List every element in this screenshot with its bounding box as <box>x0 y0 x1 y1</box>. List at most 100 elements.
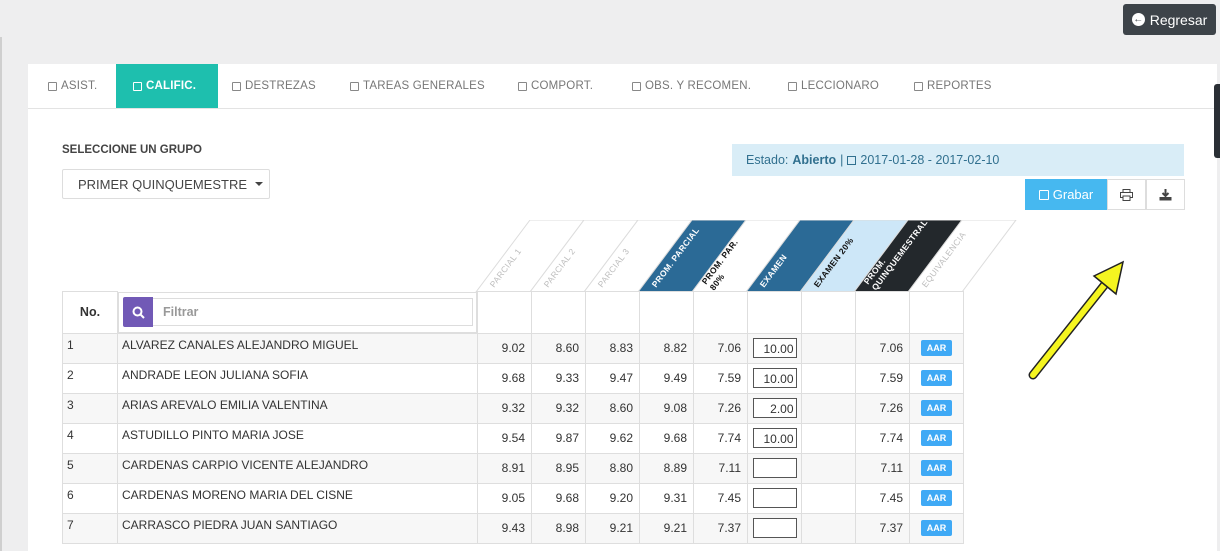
equivalencia-badge: AAR <box>920 430 953 446</box>
edit-icon <box>232 81 241 91</box>
row-no: 6 <box>62 482 118 514</box>
examen-cell: 10.00 <box>747 422 802 454</box>
download-button[interactable] <box>1146 179 1185 210</box>
prom-quinquemestral: 7.26 <box>855 392 910 424</box>
estado-separator: | <box>840 153 844 167</box>
tab-leccionaro[interactable]: LECCIONARO <box>788 64 879 108</box>
grabar-button[interactable]: Grabar <box>1025 179 1107 210</box>
filter-input[interactable]: Filtrar <box>153 298 473 326</box>
parcial-3: 8.83 <box>585 332 640 364</box>
equivalencia-badge: AAR <box>920 340 953 356</box>
equivalencia-badge: AAR <box>920 490 953 506</box>
prom-quinquemestral: 7.45 <box>855 482 910 514</box>
annotation-arrow <box>1028 260 1125 380</box>
examen-input[interactable] <box>752 458 797 478</box>
calendar-icon <box>847 155 857 165</box>
print-button[interactable] <box>1107 179 1146 210</box>
examen-20 <box>801 392 856 424</box>
parcial-3: 9.20 <box>585 482 640 514</box>
equivalencia-cell: AAR <box>909 332 964 364</box>
table-row: 2 ANDRADE LEON JULIANA SOFIA 9.68 9.33 9.47 9… <box>62 362 964 394</box>
tab-reportes[interactable]: REPORTES <box>914 64 992 108</box>
scroll-handle[interactable] <box>1214 84 1220 158</box>
parcial-3: 9.21 <box>585 512 640 544</box>
tab-label: TAREAS GENERALES <box>363 80 485 92</box>
student-name: CARDENAS MORENO MARIA DEL CISNE <box>117 482 478 514</box>
estado-prefix: Estado: <box>746 153 789 167</box>
student-name: ASTUDILLO PINTO MARIA JOSE <box>117 422 478 454</box>
prom-parcial: 9.68 <box>639 422 694 454</box>
regresar-button[interactable]: ← Regresar <box>1123 4 1216 35</box>
prom-parcial: 8.82 <box>639 332 694 364</box>
table-row: 1 ALVAREZ CANALES ALEJANDRO MIGUEL 9.02 8.6… <box>62 332 964 364</box>
parcial-2: 8.95 <box>531 452 586 484</box>
equivalencia-badge: AAR <box>920 370 953 386</box>
examen-input[interactable]: 2.00 <box>752 398 797 418</box>
equivalencia-cell: AAR <box>909 512 964 544</box>
tab-obs-recomen[interactable]: OBS. Y RECOMEN. <box>632 64 751 108</box>
tab-asist[interactable]: ASIST. <box>48 64 97 108</box>
search-button[interactable] <box>123 297 153 327</box>
examen-input[interactable]: 10.00 <box>752 338 797 358</box>
student-name: ANDRADE LEON JULIANA SOFIA <box>117 362 478 394</box>
calendar-icon <box>48 81 57 91</box>
filter-cell: Filtrar <box>118 291 477 333</box>
equivalencia-cell: AAR <box>909 482 964 514</box>
estado-banner: Estado: Abierto | 2017-01-28 - 2017-02-1… <box>732 144 1184 176</box>
header-prom-quinquemestral <box>855 291 910 334</box>
equivalencia-cell: AAR <box>909 452 964 484</box>
tab-destrezas[interactable]: DESTREZAS <box>232 64 316 108</box>
row-no: 1 <box>62 332 118 364</box>
student-name: CARRASCO PIEDRA JUAN SANTIAGO <box>117 512 478 544</box>
prom-par-80: 7.11 <box>693 452 748 484</box>
tab-tareas-generales[interactable]: TAREAS GENERALES <box>350 64 485 108</box>
prom-par-80: 7.37 <box>693 512 748 544</box>
regresar-label: Regresar <box>1149 11 1208 28</box>
header-examen <box>747 291 802 334</box>
header-parcial-3 <box>585 291 640 334</box>
parcial-2: 9.32 <box>531 392 586 424</box>
save-icon <box>1038 189 1049 200</box>
book-icon <box>788 81 797 91</box>
header-prom-parcial <box>639 291 694 334</box>
table-row: 7 CARRASCO PIEDRA JUAN SANTIAGO 9.43 8.98 9.… <box>62 512 964 544</box>
parcial-1: 9.68 <box>477 362 532 394</box>
tab-label: COMPORT. <box>531 80 594 92</box>
prom-parcial: 8.89 <box>639 452 694 484</box>
examen-20 <box>801 482 856 514</box>
prom-par-80: 7.59 <box>693 362 748 394</box>
table-row: 3 ARIAS AREVALO EMILIA VALENTINA 9.32 9.32 8… <box>62 392 964 424</box>
examen-cell <box>747 452 802 484</box>
prom-parcial: 9.49 <box>639 362 694 394</box>
tab-label: CALIFIC. <box>146 80 197 92</box>
examen-input[interactable]: 10.00 <box>752 428 797 448</box>
examen-cell: 10.00 <box>747 362 802 394</box>
examen-cell <box>747 512 802 544</box>
parcial-1: 8.91 <box>477 452 532 484</box>
left-border <box>0 37 2 551</box>
examen-input[interactable] <box>752 518 797 538</box>
grupo-dropdown[interactable]: PRIMER QUINQUEMESTRE <box>62 169 270 199</box>
examen-cell: 2.00 <box>747 392 802 424</box>
examen-cell: 10.00 <box>747 332 802 364</box>
caret-down-icon <box>255 182 264 186</box>
equivalencia-badge: AAR <box>920 400 953 416</box>
examen-input[interactable]: 10.00 <box>752 368 797 388</box>
parcial-1: 9.05 <box>477 482 532 514</box>
row-no: 7 <box>62 512 118 544</box>
tab-calific[interactable]: CALIFIC. <box>116 64 219 108</box>
prom-par-80: 7.26 <box>693 392 748 424</box>
tab-label: LECCIONARO <box>801 80 880 92</box>
search-icon <box>132 306 145 319</box>
tab-comport[interactable]: COMPORT. <box>518 64 593 108</box>
bar-chart-icon <box>914 81 923 91</box>
student-name: ARIAS AREVALO EMILIA VALENTINA <box>117 392 478 424</box>
prom-quinquemestral: 7.74 <box>855 422 910 454</box>
prom-parcial: 9.21 <box>639 512 694 544</box>
examen-input[interactable] <box>752 488 797 508</box>
prom-par-80: 7.06 <box>693 332 748 364</box>
row-no: 5 <box>62 452 118 484</box>
examen-20 <box>801 332 856 364</box>
edit-icon <box>350 81 359 91</box>
table-body: 1 ALVAREZ CANALES ALEJANDRO MIGUEL 9.02 8.6… <box>62 332 964 544</box>
